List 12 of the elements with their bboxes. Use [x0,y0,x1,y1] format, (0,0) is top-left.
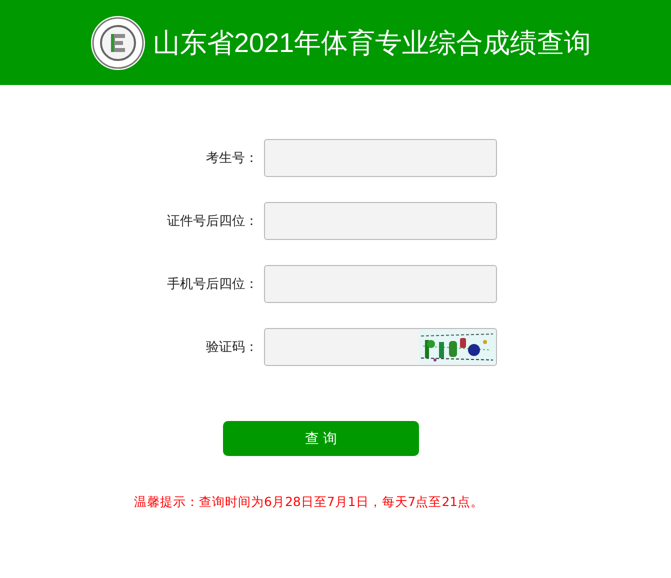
field-label: 考生号： [205,150,258,167]
input-field[interactable] [264,139,497,177]
query-button[interactable]: 查 询 [223,421,419,456]
input-field[interactable] [264,328,497,366]
field-label: 验证码： [205,339,258,356]
page-title: 山东省2021年体育专业综合成绩查询 [153,26,592,60]
field-label: 证件号后四位： [166,213,258,230]
input-field[interactable] [264,202,497,240]
input-field[interactable] [264,265,497,303]
logo-icon [90,14,146,70]
notice-text: 温馨提示：查询时间为6月28日至7月1日，每天7点至21点。 [134,494,484,509]
field-label: 手机号后四位： [166,276,258,293]
